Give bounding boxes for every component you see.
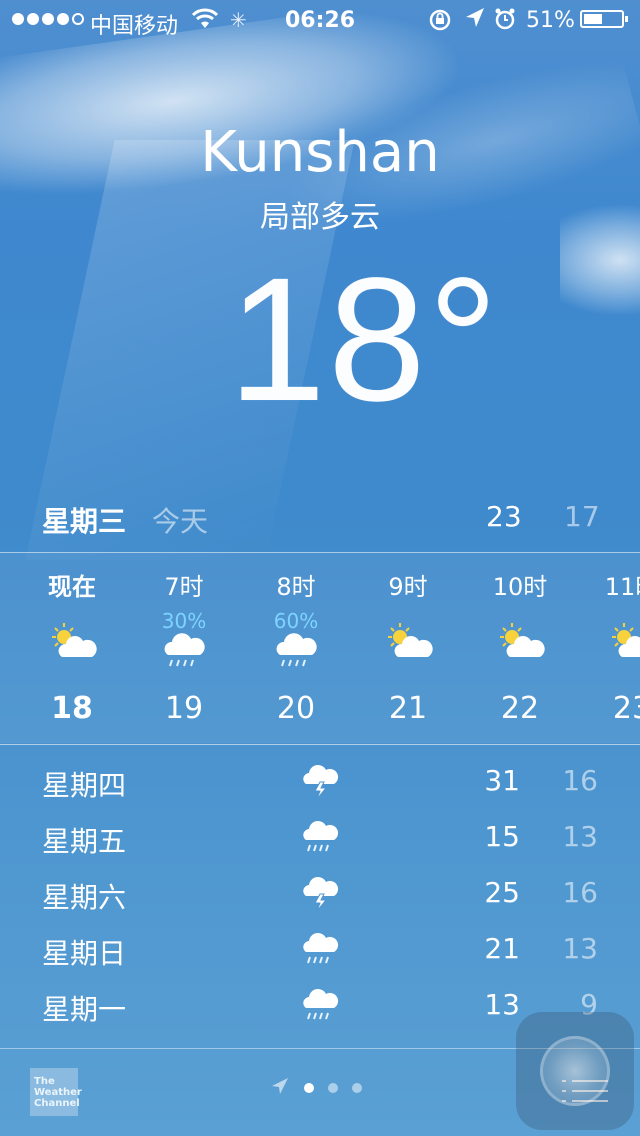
battery-icon: [580, 10, 628, 28]
hour-temp: 19: [164, 691, 204, 726]
page-dot: [328, 1083, 338, 1093]
hour-time: 9时: [388, 573, 428, 601]
weather-channel-logo[interactable]: The Weather Channel: [30, 1068, 82, 1116]
page-indicator[interactable]: [270, 1076, 362, 1100]
status-bar: 中国移动 ✳ 06:26 51%: [0, 0, 640, 40]
hourly-item: 10时 22: [464, 553, 576, 743]
hour-time: 7时: [164, 573, 204, 601]
today-high: 23: [486, 500, 522, 533]
partly-cloudy-icon: [608, 621, 640, 665]
daily-day-name: 星期五: [42, 825, 127, 858]
alarm-icon: [494, 6, 516, 38]
partly-cloudy-icon: [48, 621, 98, 665]
rain-icon: [300, 930, 340, 968]
hour-temp: 21: [388, 691, 428, 726]
daily-low: 16: [562, 764, 598, 797]
hourly-item: 8时 60% 20: [240, 553, 352, 743]
hourly-item: 9时 21: [352, 553, 464, 743]
daily-high: 13: [484, 988, 520, 1021]
today-summary-row: 星期三 今天 23 17: [0, 496, 640, 540]
hour-temp: 23: [612, 691, 640, 726]
daily-low: 16: [562, 876, 598, 909]
divider-bottom: [0, 744, 640, 745]
daily-low: 13: [562, 932, 598, 965]
city-name: Kunshan: [200, 120, 440, 185]
daily-day-name: 星期六: [42, 881, 127, 914]
page-dot: [352, 1083, 362, 1093]
daily-row: 星期五 15 13: [0, 808, 640, 864]
daily-row: 星期四 31 16: [0, 752, 640, 808]
hour-temp: 18: [51, 691, 93, 726]
location-arrow-icon: [464, 6, 486, 36]
daily-day-name: 星期一: [42, 993, 127, 1026]
partly-cloudy-icon: [384, 621, 434, 665]
hour-time: 10时: [492, 573, 548, 601]
hour-time: 8时: [276, 573, 316, 601]
today-day-name: 星期三: [42, 505, 127, 538]
rain-icon: [300, 986, 340, 1024]
daily-row: 星期六 25 16: [0, 864, 640, 920]
hour-temp: 20: [276, 691, 316, 726]
daily-high: 15: [484, 820, 520, 853]
daily-high: 31: [484, 764, 520, 797]
daily-high: 25: [484, 876, 520, 909]
hourly-item: 7时 30% 19: [128, 553, 240, 743]
assistive-touch-button[interactable]: [516, 1012, 634, 1130]
daily-day-name: 星期日: [42, 937, 127, 970]
hourly-item: 11时 23: [576, 553, 640, 743]
daily-row: 星期日 21 13: [0, 920, 640, 976]
thunderstorm-icon: [300, 762, 340, 800]
daily-day-name: 星期四: [42, 769, 127, 802]
today-low: 17: [564, 500, 600, 533]
rain-icon: [272, 629, 322, 673]
hour-time: 11时: [604, 573, 640, 601]
rotation-lock-icon: [428, 8, 452, 38]
hourly-forecast-strip[interactable]: 现在 18 7时 30% 19 8时 60% 20 9时 21 10时 22 1…: [0, 553, 640, 743]
daily-low: 13: [562, 820, 598, 853]
daily-high: 21: [484, 932, 520, 965]
rain-icon: [300, 818, 340, 856]
current-temperature: 18°: [228, 242, 501, 438]
weather-condition: 局部多云: [260, 200, 380, 235]
today-label: 今天: [152, 505, 209, 538]
current-location-arrow-icon: [270, 1076, 290, 1100]
rain-icon: [160, 629, 210, 673]
hour-temp: 22: [500, 691, 540, 726]
hourly-item: 现在 18: [16, 553, 128, 743]
thunderstorm-icon: [300, 874, 340, 912]
battery-fill: [584, 14, 602, 24]
page-dot-active: [304, 1083, 314, 1093]
hour-time: 现在: [48, 573, 96, 601]
battery-percent: 51%: [526, 8, 575, 33]
partly-cloudy-icon: [496, 621, 546, 665]
